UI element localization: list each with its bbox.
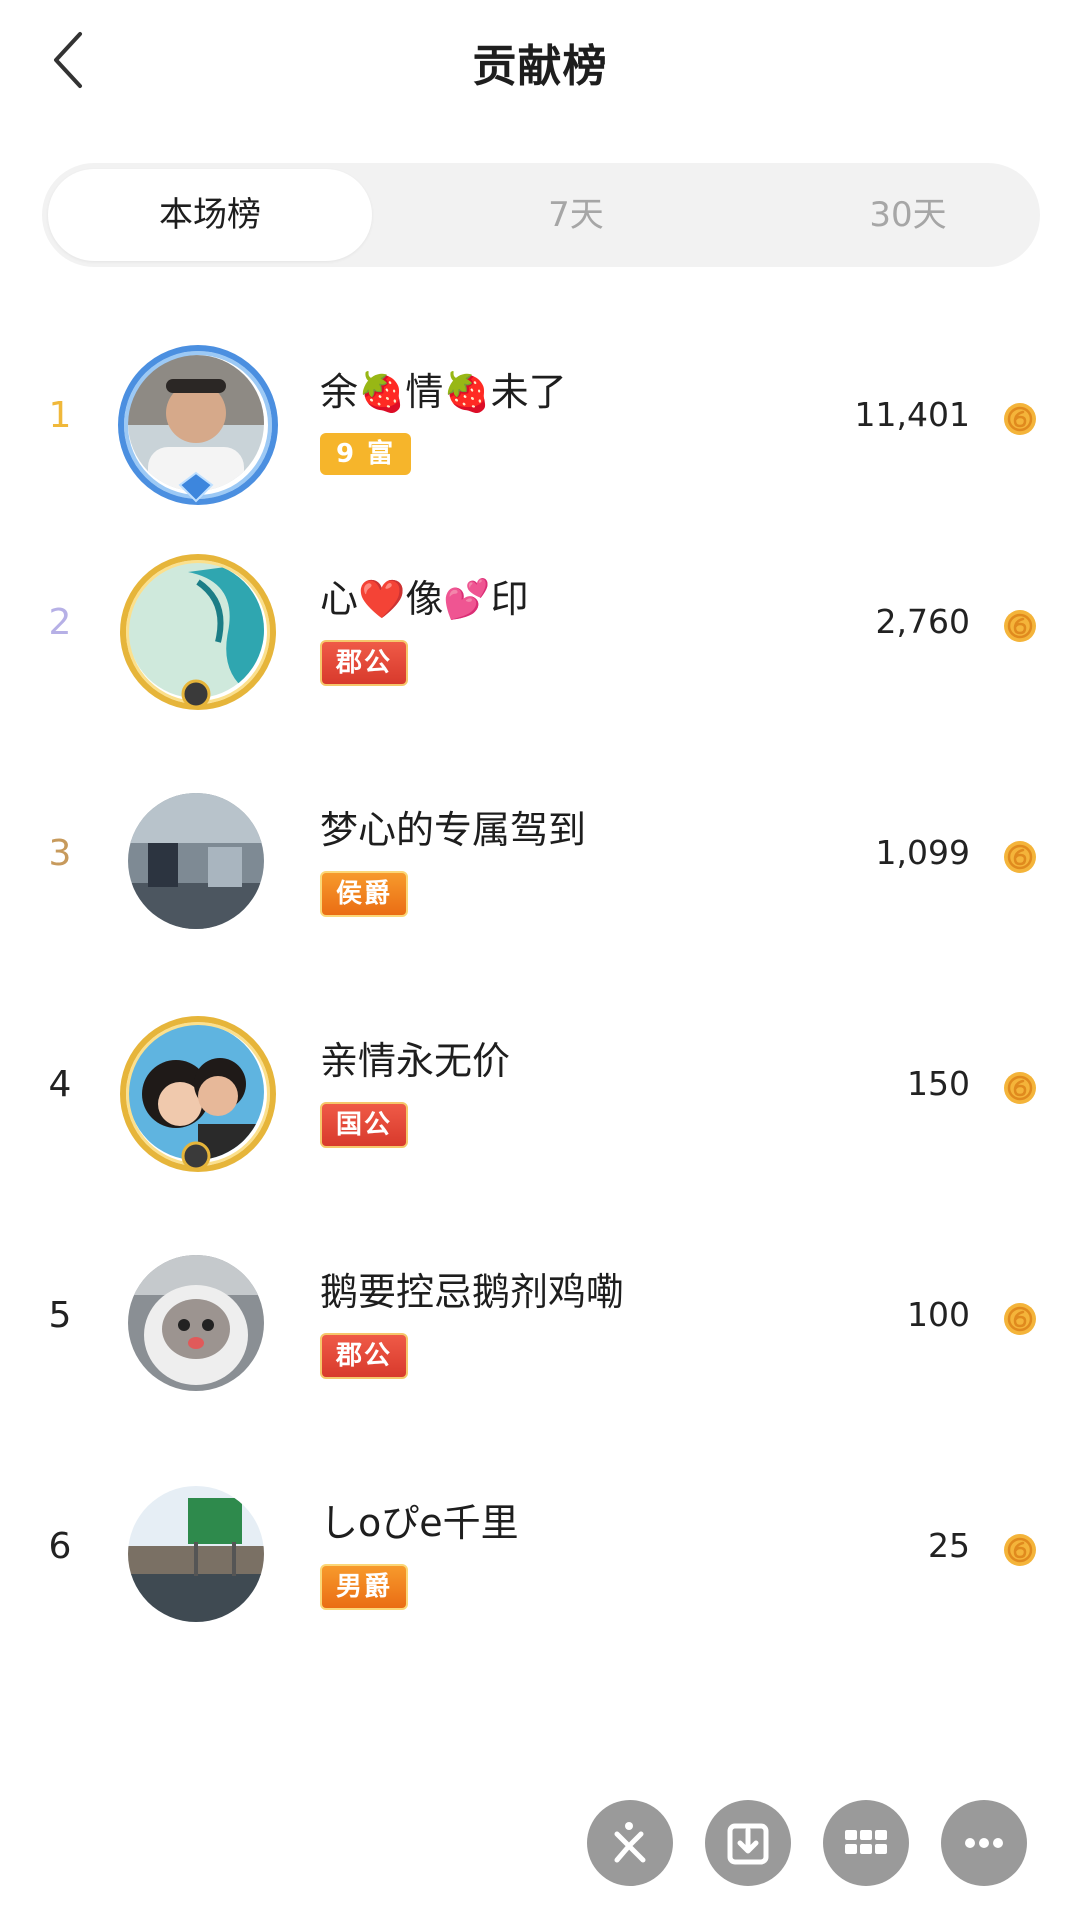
coin-icon bbox=[1004, 610, 1036, 642]
avatar-image bbox=[128, 1255, 264, 1391]
avatar[interactable] bbox=[118, 1014, 276, 1172]
coin-icon bbox=[1004, 1303, 1036, 1335]
grid-button[interactable] bbox=[823, 1800, 909, 1886]
tab-bar: 本场榜 7天 30天 bbox=[42, 163, 1040, 267]
noble-title-badge: 男爵 bbox=[320, 1564, 409, 1610]
avatar[interactable] bbox=[118, 783, 274, 939]
share-button[interactable] bbox=[587, 1800, 673, 1886]
user-name: しoぴe千里 bbox=[320, 1501, 519, 1545]
contribution-score: 150 bbox=[907, 1064, 970, 1103]
rank-number: 1 bbox=[48, 395, 72, 436]
page-title: 贡献榜 bbox=[472, 41, 608, 92]
noble-title-badge: 郡公 bbox=[320, 1333, 409, 1379]
leaderboard-row[interactable]: 2 心❤️像💕印 郡公 2,760 bbox=[0, 530, 1080, 730]
wealth-level-badge: 9 富 bbox=[320, 433, 412, 475]
crest-icon bbox=[181, 1141, 211, 1171]
diamond-icon bbox=[178, 471, 214, 503]
crest-icon bbox=[181, 679, 211, 709]
avatar-image bbox=[128, 793, 264, 929]
contribution-score: 2,760 bbox=[875, 602, 970, 641]
coin-icon bbox=[1004, 1072, 1036, 1104]
user-name: 亲情永无价 bbox=[320, 1039, 511, 1083]
tab-30-days[interactable]: 30天 bbox=[748, 163, 1068, 267]
avatar[interactable] bbox=[118, 1476, 274, 1632]
user-name: 梦心的专属驾到 bbox=[320, 808, 587, 852]
coin-icon bbox=[1004, 841, 1036, 873]
contribution-score: 11,401 bbox=[854, 395, 970, 434]
more-icon bbox=[965, 1838, 1003, 1848]
user-name: 鹅要控忌鹅剂鸡嘞 bbox=[320, 1270, 625, 1314]
coin-icon bbox=[1004, 403, 1036, 435]
avatar[interactable] bbox=[118, 552, 276, 710]
avatar[interactable] bbox=[118, 345, 278, 505]
leaderboard-row[interactable]: 3 梦心的专属驾到 侯爵 1,099 bbox=[0, 761, 1080, 961]
grid-icon bbox=[845, 1830, 887, 1854]
avatar[interactable] bbox=[118, 1245, 274, 1401]
rank-number: 3 bbox=[48, 833, 72, 874]
rank-number: 4 bbox=[48, 1064, 72, 1105]
tab-7-days[interactable]: 7天 bbox=[416, 163, 736, 267]
rank-number: 6 bbox=[48, 1526, 72, 1567]
leaderboard-row[interactable]: 1 余🍓情🍓未了 9 富 11,401 bbox=[0, 323, 1080, 523]
header: 贡献榜 bbox=[0, 0, 1080, 120]
noble-title-badge: 国公 bbox=[320, 1102, 409, 1148]
contribution-score: 100 bbox=[907, 1295, 970, 1334]
noble-title-badge: 侯爵 bbox=[320, 871, 409, 917]
user-name: 余🍓情🍓未了 bbox=[320, 370, 567, 414]
rank-number: 5 bbox=[48, 1295, 72, 1336]
coin-icon bbox=[1004, 1534, 1036, 1566]
avatar-image bbox=[128, 1486, 264, 1622]
more-button[interactable] bbox=[941, 1800, 1027, 1886]
leaderboard-row[interactable]: 5 鹅要控忌鹅剂鸡嘞 郡公 100 bbox=[0, 1223, 1080, 1423]
contribution-score: 25 bbox=[928, 1526, 970, 1565]
leaderboard-row[interactable]: 6 しoぴe千里 男爵 25 bbox=[0, 1454, 1080, 1654]
download-button[interactable] bbox=[705, 1800, 791, 1886]
leaderboard-row[interactable]: 4 亲情永无价 国公 150 bbox=[0, 992, 1080, 1192]
contribution-score: 1,099 bbox=[875, 833, 970, 872]
user-name: 心❤️像💕印 bbox=[320, 577, 529, 621]
kuaishou-share-icon bbox=[614, 1822, 646, 1863]
tab-this-session[interactable]: 本场榜 bbox=[48, 169, 372, 261]
noble-title-badge: 郡公 bbox=[320, 640, 409, 686]
rank-number: 2 bbox=[48, 602, 72, 643]
download-icon bbox=[727, 1823, 769, 1865]
